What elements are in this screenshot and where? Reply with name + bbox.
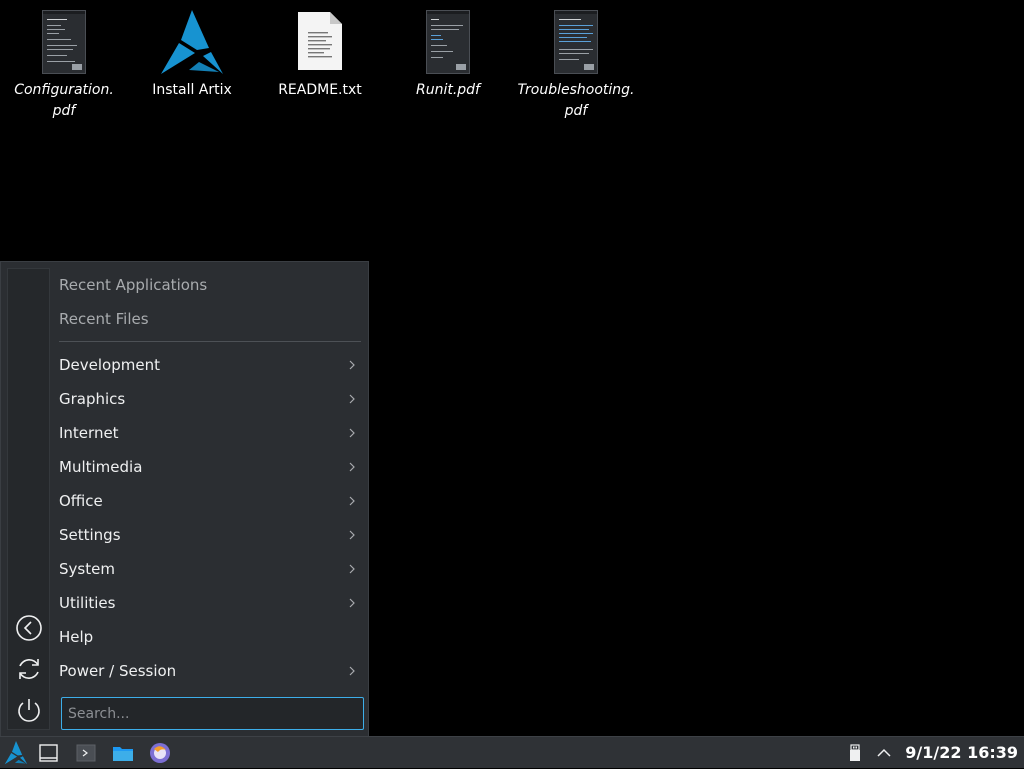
chevron-right-icon [349, 666, 355, 676]
digital-clock[interactable]: 9/1/22 16:39 [905, 737, 1018, 769]
desktop-icon-troubleshooting-pdf[interactable]: Troubleshooting. pdf [512, 8, 640, 128]
menu-item-label: Internet [59, 424, 119, 442]
power-icon [18, 699, 40, 722]
menu-item-label: Office [59, 492, 103, 510]
desktop-icon-label: README.txt [278, 82, 362, 98]
menu-item-label: Power / Session [59, 662, 177, 680]
menu-item-recent-applications[interactable]: Recent Applications [59, 268, 361, 302]
pdf-document-icon [426, 10, 470, 74]
show-desktop-button[interactable] [37, 741, 61, 765]
menu-item-label: Help [59, 628, 94, 646]
refresh-button[interactable] [14, 654, 44, 684]
chevron-right-icon [349, 496, 355, 506]
menu-item-multimedia[interactable]: Multimedia [59, 450, 361, 484]
pdf-document-icon [42, 10, 86, 74]
menu-item-label: Recent Applications [59, 276, 208, 294]
show-desktop-icon [39, 744, 58, 762]
menu-divider [59, 341, 361, 342]
browser-icon [150, 743, 170, 763]
menu-item-settings[interactable]: Settings [59, 518, 361, 552]
tray-expand-icon [877, 748, 891, 757]
chevron-right-icon [349, 428, 355, 438]
menu-item-label: Development [59, 356, 160, 374]
back-button[interactable] [14, 613, 44, 643]
desktop-icon-readme-txt[interactable]: README.txt [256, 8, 384, 128]
menu-item-development[interactable]: Development [59, 348, 361, 382]
menu-item-label: Settings [59, 526, 121, 544]
terminal-icon [76, 744, 96, 762]
terminal-button[interactable] [74, 741, 98, 765]
desktop: Configuration. pdf Install Artix README.… [0, 0, 1024, 736]
menu-item-power-session[interactable]: Power / Session [59, 654, 361, 688]
text-document-icon [298, 12, 342, 70]
power-button[interactable] [14, 695, 44, 725]
application-launcher-button[interactable] [4, 741, 28, 765]
chevron-right-icon [349, 360, 355, 370]
browser-button[interactable] [148, 741, 172, 765]
removable-device-button[interactable] [843, 741, 867, 765]
menu-item-label: Graphics [59, 390, 126, 408]
removable-device-icon [850, 744, 860, 761]
chevron-right-icon [349, 462, 355, 472]
menu-sidebar [7, 268, 50, 730]
menu-item-recent-files[interactable]: Recent Files [59, 302, 361, 336]
taskbar: 9/1/22 16:39 [0, 736, 1024, 768]
chevron-right-icon [349, 394, 355, 404]
menu-item-label: Utilities [59, 594, 116, 612]
menu-item-office[interactable]: Office [59, 484, 361, 518]
system-tray-expand-button[interactable] [872, 741, 896, 765]
menu-item-label: Multimedia [59, 458, 143, 476]
file-manager-icon [113, 747, 133, 761]
search-input[interactable] [61, 697, 364, 730]
back-icon [16, 615, 42, 641]
chevron-right-icon [349, 598, 355, 608]
menu-item-internet[interactable]: Internet [59, 416, 361, 450]
menu-item-graphics[interactable]: Graphics [59, 382, 361, 416]
desktop-icon-label: Install Artix [152, 82, 232, 98]
desktop-icon-configuration-pdf[interactable]: Configuration. pdf [0, 8, 128, 128]
artix-logo-icon [161, 10, 223, 74]
refresh-icon [19, 659, 39, 679]
artix-launcher-icon [4, 741, 28, 765]
chevron-right-icon [349, 564, 355, 574]
chevron-right-icon [349, 530, 355, 540]
menu-item-system[interactable]: System [59, 552, 361, 586]
desktop-icon-install-artix[interactable]: Install Artix [128, 8, 256, 128]
desktop-icon-label: Configuration. pdf [14, 82, 114, 119]
desktop-icon-label: Troubleshooting. pdf [517, 82, 635, 119]
menu-item-help[interactable]: Help [59, 620, 361, 654]
menu-item-label: System [59, 560, 115, 578]
file-manager-button[interactable] [111, 741, 135, 765]
menu-item-utilities[interactable]: Utilities [59, 586, 361, 620]
desktop-icon-label: Runit.pdf [415, 82, 480, 98]
application-launcher-menu: Recent Applications Recent Files Develop… [0, 261, 369, 736]
pdf-document-icon [554, 10, 598, 74]
menu-list: Recent Applications Recent Files Develop… [59, 268, 361, 688]
menu-item-label: Recent Files [59, 310, 149, 328]
desktop-icon-runit-pdf[interactable]: Runit.pdf [384, 8, 512, 128]
